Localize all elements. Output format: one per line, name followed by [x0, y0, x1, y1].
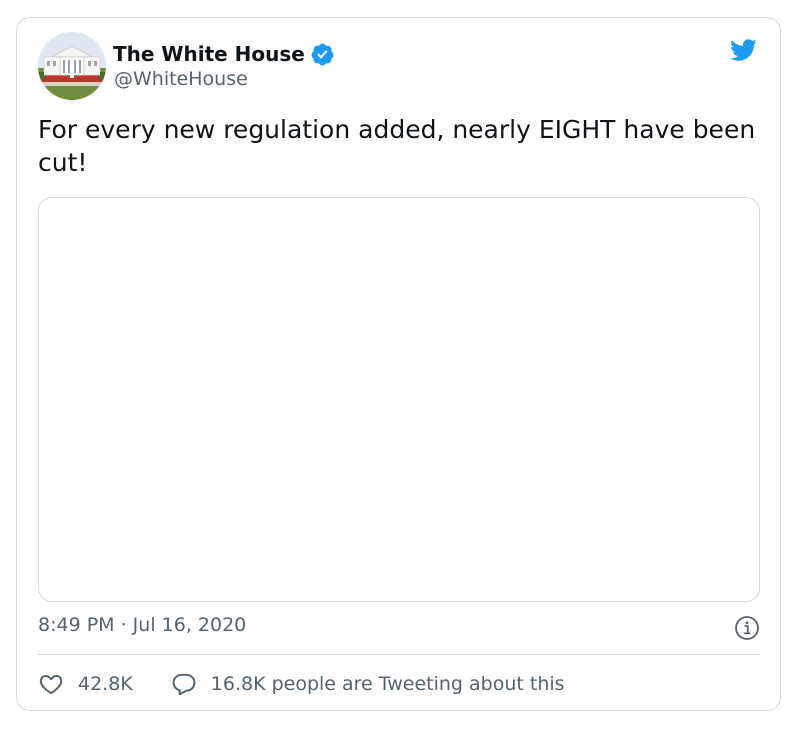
conversation-text: 16.8K people are Tweeting about this: [210, 673, 565, 695]
tweet-timestamp[interactable]: 8:49 PM · Jul 16, 2020: [38, 614, 246, 636]
author-name-row[interactable]: The White House: [113, 40, 335, 68]
divider: [38, 654, 760, 655]
like-button[interactable]: 42.8K: [38, 671, 133, 697]
media-container[interactable]: [38, 197, 760, 602]
tweet-actions: 42.8K 16.8K people are Tweeting about th…: [38, 669, 565, 699]
heart-icon: [39, 675, 63, 695]
author-handle[interactable]: @WhiteHouse: [114, 68, 248, 90]
tweet-card[interactable]: The White House @WhiteHouse For every ne…: [16, 17, 781, 711]
conversation-link[interactable]: 16.8K people are Tweeting about this: [171, 671, 565, 697]
like-count: 42.8K: [78, 673, 133, 695]
tweet-text: For every new regulation added, nearly E…: [38, 115, 756, 177]
avatar[interactable]: [38, 32, 106, 100]
author-name[interactable]: The White House: [113, 42, 305, 66]
speech-bubble-icon: [172, 673, 196, 696]
white-house-avatar-image: [38, 32, 106, 100]
twitter-bird-icon[interactable]: [726, 36, 760, 64]
info-icon[interactable]: [734, 615, 760, 641]
verified-badge-icon: [310, 42, 335, 67]
